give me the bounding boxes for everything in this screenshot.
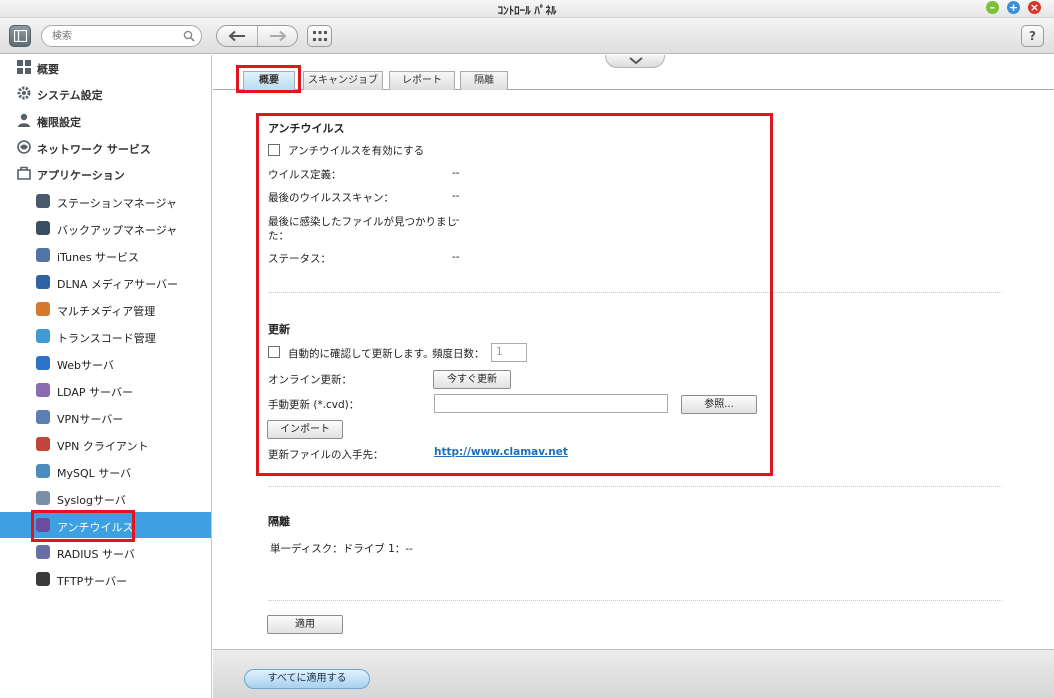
sidebar-item-label: 権限設定 xyxy=(37,116,81,129)
search-icon[interactable] xyxy=(183,30,195,42)
tab-bar: 概要 スキャンジョブ レポート 隔離 xyxy=(213,69,1054,90)
maximize-button[interactable]: + xyxy=(1007,1,1020,14)
search-box[interactable] xyxy=(41,25,202,47)
app-icon xyxy=(36,464,50,478)
sidebar-app-item[interactable]: LDAP サーバー xyxy=(0,377,211,403)
tab-highlight-box xyxy=(236,65,301,93)
sidebar-app-item[interactable]: Webサーバ xyxy=(0,350,211,376)
chevron-down-icon xyxy=(629,57,643,65)
application-icon xyxy=(17,166,31,180)
sidebar-app-item[interactable]: ステーションマネージャ xyxy=(0,188,211,214)
app-icon xyxy=(36,410,50,424)
apply-all-button[interactable]: すべてに適用する xyxy=(244,669,370,689)
section-divider xyxy=(268,486,1002,487)
sidebar: 概要 システム設定 権限設定 ネットワーク サービス アプリケーション ステーシ… xyxy=(0,55,212,698)
sidebar-icon xyxy=(14,30,27,42)
sidebar-app-item[interactable]: VPN クライアント xyxy=(0,431,211,457)
app-icon xyxy=(36,194,50,208)
bottom-bar: すべてに適用する xyxy=(213,649,1054,698)
tab-report[interactable]: レポート xyxy=(389,71,455,90)
apps-menu-button[interactable] xyxy=(307,25,332,47)
sidebar-item-label: ネットワーク サービス xyxy=(37,143,151,156)
arrow-left-icon xyxy=(228,30,245,42)
sidebar-item-label: LDAP サーバー xyxy=(57,386,133,399)
main-panel: 概要 スキャンジョブ レポート 隔離 アンチウイルス アンチウイルスを有効にする… xyxy=(213,55,1054,649)
app-icon xyxy=(36,437,50,451)
sidebar-item-system-settings[interactable]: システム設定 xyxy=(0,81,211,107)
sidebar-app-item[interactable]: RADIUS サーバ xyxy=(0,539,211,565)
sidebar-item-label: VPNサーバー xyxy=(57,413,124,426)
sidebar-item-label: システム設定 xyxy=(37,89,103,102)
sidebar-item-network-services[interactable]: ネットワーク サービス xyxy=(0,135,211,161)
window-title: ｺﾝﾄﾛｰﾙ ﾊﾟﾈﾙ xyxy=(497,4,557,17)
sidebar-item-label: Syslogサーバ xyxy=(57,494,126,507)
single-disk-label: 単一ディスク：ドライブ 1：-- xyxy=(270,543,413,555)
search-input[interactable] xyxy=(52,29,177,44)
arrow-right-icon xyxy=(270,30,287,42)
toolbar: ? xyxy=(0,18,1054,54)
sidebar-app-item[interactable]: MySQL サーバ xyxy=(0,458,211,484)
app-icon xyxy=(36,248,50,262)
app-icon xyxy=(36,329,50,343)
sidebar-item-label: 概要 xyxy=(37,63,59,76)
app-icon xyxy=(36,383,50,397)
app-icon xyxy=(36,356,50,370)
sidebar-app-item[interactable]: iTunes サービス xyxy=(0,242,211,268)
sidebar-item-overview[interactable]: 概要 xyxy=(0,55,211,81)
title-bar: ｺﾝﾄﾛｰﾙ ﾊﾟﾈﾙ – + × xyxy=(0,0,1054,18)
sidebar-item-label: RADIUS サーバ xyxy=(57,548,135,561)
sidebar-item-privilege-settings[interactable]: 権限設定 xyxy=(0,108,211,134)
help-button[interactable]: ? xyxy=(1021,25,1044,47)
sidebar-app-item[interactable]: TFTPサーバー xyxy=(0,566,211,592)
app-icon xyxy=(36,572,50,586)
section-divider xyxy=(268,600,1002,601)
sidebar-item-applications[interactable]: アプリケーション xyxy=(0,161,211,187)
tab-quarantine[interactable]: 隔離 xyxy=(460,71,508,90)
back-button[interactable] xyxy=(217,26,258,46)
sidebar-item-label: マルチメディア管理 xyxy=(57,305,156,318)
close-button[interactable]: × xyxy=(1028,1,1041,14)
apply-button[interactable]: 適用 xyxy=(267,615,343,634)
overview-icon xyxy=(17,60,31,74)
sidebar-toggle-button[interactable] xyxy=(9,25,31,47)
collapse-toolbar-button[interactable] xyxy=(605,55,665,68)
quarantine-section-title: 隔離 xyxy=(268,515,290,528)
app-icon xyxy=(36,545,50,559)
sidebar-app-item[interactable]: バックアップマネージャ xyxy=(0,215,211,241)
grid-icon xyxy=(313,31,327,41)
sidebar-item-label: DLNA メディアサーバー xyxy=(57,278,178,291)
gear-icon xyxy=(17,86,31,100)
sidebar-item-label: MySQL サーバ xyxy=(57,467,132,480)
sidebar-item-label: バックアップマネージャ xyxy=(57,224,178,237)
content-highlight-box xyxy=(256,113,773,476)
sidebar-app-item[interactable]: DLNA メディアサーバー xyxy=(0,269,211,295)
antivirus-highlight-box xyxy=(31,510,135,542)
app-icon xyxy=(36,491,50,505)
sidebar-item-label: iTunes サービス xyxy=(57,251,140,264)
sidebar-item-label: トランスコード管理 xyxy=(57,332,156,345)
sidebar-item-label: ステーションマネージャ xyxy=(57,197,178,210)
navigation-buttons xyxy=(216,25,298,47)
forward-button[interactable] xyxy=(258,26,297,46)
sidebar-app-item[interactable]: VPNサーバー xyxy=(0,404,211,430)
sidebar-item-label: TFTPサーバー xyxy=(57,575,128,588)
sidebar-item-label: アプリケーション xyxy=(37,169,125,182)
sidebar-app-item[interactable]: トランスコード管理 xyxy=(0,323,211,349)
app-icon xyxy=(36,275,50,289)
minimize-button[interactable]: – xyxy=(986,1,999,14)
sidebar-app-item[interactable]: マルチメディア管理 xyxy=(0,296,211,322)
user-icon xyxy=(18,113,30,127)
network-icon xyxy=(17,140,31,154)
sidebar-item-label: Webサーバ xyxy=(57,359,114,372)
sidebar-app-item[interactable]: Syslogサーバ xyxy=(0,485,211,511)
tab-scan-jobs[interactable]: スキャンジョブ xyxy=(303,71,383,90)
app-icon xyxy=(36,221,50,235)
sidebar-item-label: VPN クライアント xyxy=(57,440,149,453)
app-icon xyxy=(36,302,50,316)
